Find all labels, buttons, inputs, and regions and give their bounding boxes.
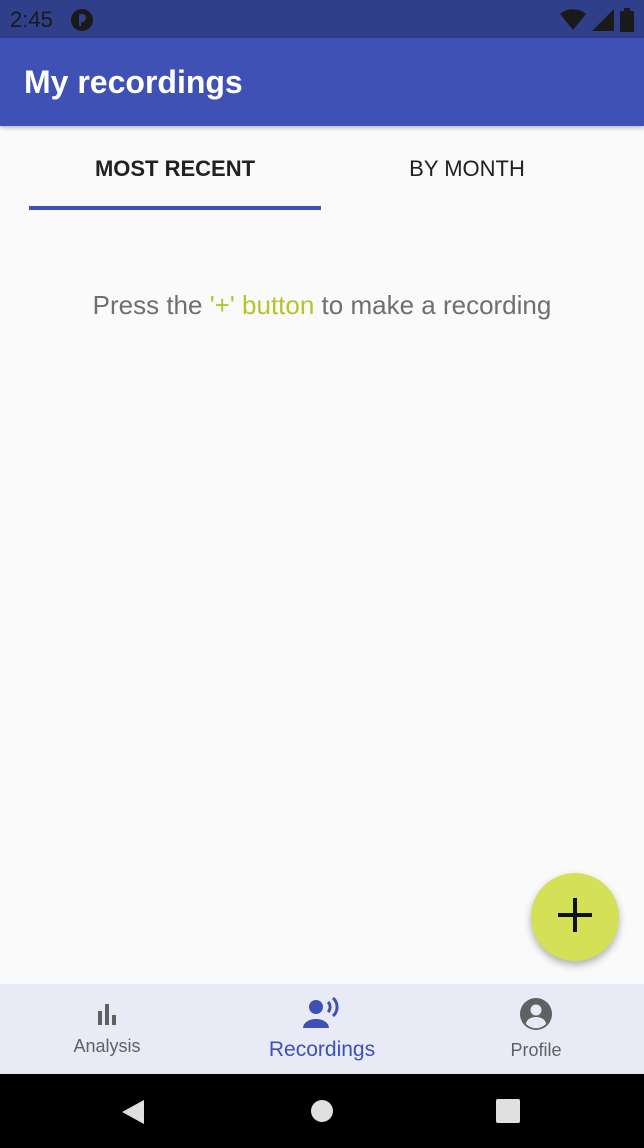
plus-icon xyxy=(558,897,592,937)
tab-by-month[interactable]: BY MONTH xyxy=(321,126,613,212)
empty-state-message: Press the '+' button to make a recording xyxy=(0,290,644,321)
nav-label-analysis: Analysis xyxy=(73,1036,141,1056)
home-icon[interactable] xyxy=(309,1098,335,1129)
empty-state-accent: '+' button xyxy=(209,290,315,320)
nav-item-recordings[interactable]: Recordings xyxy=(215,984,429,1074)
account-circle-icon xyxy=(519,997,553,1036)
status-bar: 2:45 xyxy=(0,0,644,38)
voice-recording-icon xyxy=(303,996,341,1034)
status-time: 2:45 xyxy=(10,7,53,32)
signal-icon xyxy=(592,9,614,36)
recents-icon[interactable] xyxy=(495,1098,521,1129)
nav-item-profile[interactable]: Profile xyxy=(429,984,643,1074)
app-bar: My recordings xyxy=(0,38,644,126)
empty-state-prefix: Press the xyxy=(92,290,210,320)
nav-item-analysis[interactable]: Analysis xyxy=(0,984,214,1074)
tab-indicator xyxy=(29,206,321,210)
bottom-navigation: Analysis Recordings Profile xyxy=(0,984,644,1074)
page-title: My recordings xyxy=(24,64,243,100)
nav-label-profile: Profile xyxy=(510,1040,562,1060)
app-notification-icon xyxy=(70,8,94,37)
bar-chart-icon xyxy=(94,1001,120,1032)
screen: 2:45 My recordings MOST RECENT BY MONTH xyxy=(0,0,644,1148)
nav-label-recordings: Recordings xyxy=(268,1037,376,1061)
status-icons xyxy=(560,8,634,37)
battery-icon xyxy=(620,8,634,37)
add-recording-button[interactable] xyxy=(531,873,619,961)
tab-bar: MOST RECENT BY MONTH xyxy=(0,126,644,212)
empty-state-suffix: to make a recording xyxy=(314,290,552,320)
tab-most-recent[interactable]: MOST RECENT xyxy=(29,126,321,212)
system-navigation-bar xyxy=(0,1074,644,1148)
wifi-icon xyxy=(560,9,586,36)
back-icon[interactable] xyxy=(120,1098,146,1131)
